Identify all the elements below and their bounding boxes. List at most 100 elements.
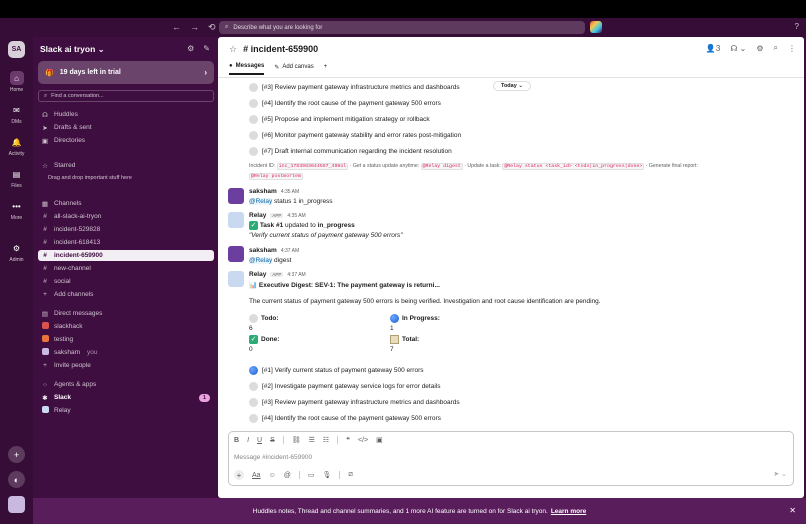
timestamp[interactable]: 4:37 AM bbox=[281, 248, 299, 254]
inprogress-circle-icon bbox=[390, 314, 399, 323]
window-chrome bbox=[0, 0, 806, 18]
sidebar-item-directories[interactable]: ▣ Directories bbox=[38, 135, 214, 146]
workspace-name[interactable]: Slack ai tryon ⌄ bbox=[40, 44, 105, 55]
bold-icon[interactable]: B bbox=[234, 437, 239, 444]
avatar[interactable] bbox=[228, 246, 244, 262]
theme-icon[interactable]: ◐ bbox=[8, 471, 25, 488]
add-channels-button[interactable]: + Add channels bbox=[38, 289, 214, 300]
bullet-list-icon[interactable]: ☷ bbox=[323, 436, 329, 444]
relay-avatar[interactable] bbox=[228, 271, 244, 287]
message-input[interactable]: Message #incident-659900 bbox=[234, 454, 312, 461]
sidebar-channel[interactable]: # all-slack-ai-tryon bbox=[38, 211, 214, 222]
sidebar-app-slack[interactable]: ✱ Slack 1 bbox=[38, 392, 214, 403]
timestamp[interactable]: 4:35 AM bbox=[281, 189, 299, 195]
inprogress-circle-icon bbox=[249, 366, 258, 375]
rail-home[interactable]: ⌂ Home bbox=[0, 71, 33, 93]
add-workspace-icon[interactable]: + bbox=[8, 446, 25, 463]
rail-more[interactable]: ••• More bbox=[0, 199, 33, 222]
channels-header[interactable]: ▦ Channels bbox=[38, 198, 214, 209]
app-badge: APP bbox=[270, 213, 284, 218]
sidebar-channel[interactable]: # incident-529828 bbox=[38, 224, 214, 235]
workspace-avatar[interactable]: SA bbox=[8, 41, 25, 58]
members-button[interactable]: 👤3 bbox=[706, 44, 720, 53]
sidebar-channel[interactable]: # new-channel bbox=[38, 263, 214, 274]
rail-activity[interactable]: 🔔 Activity bbox=[0, 135, 33, 158]
video-icon[interactable]: ▭ bbox=[308, 471, 315, 479]
user-avatar bbox=[41, 348, 49, 355]
rail-admin[interactable]: ⚙ Admin bbox=[0, 241, 33, 264]
user-avatar[interactable] bbox=[8, 496, 25, 513]
ai-features-banner: Huddles notes, Thread and channel summar… bbox=[33, 498, 806, 524]
sidebar-channel[interactable]: # social bbox=[38, 276, 214, 287]
code-icon[interactable]: </> bbox=[358, 437, 368, 444]
link-icon[interactable]: ⛓ bbox=[292, 436, 301, 444]
ai-assistant-icon[interactable] bbox=[590, 21, 602, 33]
user-avatar bbox=[41, 322, 49, 329]
relay-avatar[interactable] bbox=[228, 212, 244, 228]
search-icon[interactable]: ⌕ bbox=[774, 43, 778, 53]
author-name[interactable]: Relay bbox=[249, 212, 266, 219]
mention-icon[interactable]: @ bbox=[284, 472, 291, 479]
hash-icon: # bbox=[43, 226, 47, 233]
invite-people-button[interactable]: + Invite people bbox=[38, 360, 214, 371]
attach-plus-icon[interactable]: + bbox=[234, 470, 244, 480]
settings-icon[interactable]: ⚙ bbox=[756, 44, 763, 53]
compose-icon[interactable]: ✎ bbox=[203, 44, 210, 53]
sidebar-item-huddles[interactable]: ☊ Huddles bbox=[38, 109, 214, 120]
author-name[interactable]: saksham bbox=[249, 188, 277, 195]
shortcut-slash-icon[interactable]: ⧄ bbox=[348, 471, 352, 479]
add-tab-button[interactable]: + bbox=[324, 64, 328, 74]
sidebar-channel[interactable]: # incident-618413 bbox=[38, 237, 214, 248]
settings-gear-icon[interactable]: ⚙ bbox=[187, 44, 194, 53]
quote-icon[interactable]: ❝ bbox=[346, 436, 350, 444]
ordered-list-icon[interactable]: ☰ bbox=[309, 436, 315, 444]
rail-files[interactable]: ▤ Files bbox=[0, 167, 33, 190]
more-vertical-icon[interactable]: ⋮ bbox=[788, 44, 796, 53]
date-divider-button[interactable]: Today ⌄ bbox=[493, 81, 531, 91]
text-format-icon[interactable]: Aa bbox=[252, 472, 261, 479]
todo-circle-icon bbox=[249, 147, 258, 156]
tab-add-canvas[interactable]: ✎ Add canvas bbox=[274, 64, 313, 75]
sidebar-dm[interactable]: testing bbox=[38, 334, 214, 345]
rail-dms[interactable]: ✉ DMs bbox=[0, 103, 33, 126]
search-icon: ⌕ bbox=[44, 92, 48, 99]
digest-summary: The current status of payment gateway 50… bbox=[249, 298, 601, 305]
starred-header[interactable]: ☆ Starred bbox=[38, 160, 214, 171]
channel-title[interactable]: # incident-659900 bbox=[243, 44, 318, 54]
forward-arrow-icon[interactable]: → bbox=[190, 22, 199, 33]
sidebar-channel-active[interactable]: # incident-659900 bbox=[38, 250, 214, 261]
find-conversation-input[interactable]: ⌕ Find a conversation... bbox=[38, 90, 214, 102]
strikethrough-icon[interactable]: S bbox=[270, 437, 275, 444]
help-icon[interactable]: ? bbox=[795, 22, 799, 31]
huddle-headphones-icon[interactable]: ☊ ⌄ bbox=[730, 44, 746, 53]
underline-icon[interactable]: U bbox=[257, 437, 262, 444]
learn-more-link[interactable]: Learn more bbox=[551, 508, 586, 515]
avatar[interactable] bbox=[228, 188, 244, 204]
microphone-icon[interactable]: 🎙 bbox=[322, 471, 331, 479]
list-item: [#1] Verify current status of payment ga… bbox=[249, 366, 424, 375]
dm-header[interactable]: ▤ Direct messages bbox=[38, 308, 214, 319]
emoji-icon[interactable]: ☺ bbox=[269, 472, 276, 479]
timestamp[interactable]: 4:37 AM bbox=[287, 272, 305, 278]
star-icon[interactable]: ☆ bbox=[229, 44, 237, 55]
message-list[interactable]: [#3] Review payment gateway infrastructu… bbox=[218, 78, 804, 428]
code-block-icon[interactable]: ▣ bbox=[376, 436, 383, 444]
search-bar[interactable]: ⌕ Describe what you are looking for bbox=[219, 21, 585, 34]
back-arrow-icon[interactable]: ← bbox=[172, 22, 181, 33]
list-item: [#3] Review payment gateway infrastructu… bbox=[249, 398, 460, 407]
tab-messages[interactable]: ● Messages bbox=[229, 63, 265, 75]
sidebar-item-drafts[interactable]: ➤ Drafts & sent bbox=[38, 122, 214, 133]
sidebar-app-relay[interactable]: Relay bbox=[38, 405, 214, 416]
trial-banner[interactable]: 🎁 19 days left in trial › bbox=[38, 61, 214, 84]
history-icon[interactable]: ⟲ bbox=[208, 22, 216, 33]
author-name[interactable]: Relay bbox=[249, 271, 266, 278]
sidebar-dm[interactable]: saksham you bbox=[38, 347, 214, 358]
close-icon[interactable]: ✕ bbox=[789, 506, 796, 515]
italic-icon[interactable]: I bbox=[247, 437, 249, 444]
send-button[interactable]: ➤ ⌄ bbox=[773, 470, 787, 478]
timestamp[interactable]: 4:35 AM bbox=[287, 213, 305, 219]
apps-grid-icon: ⁘ bbox=[42, 381, 48, 389]
sidebar-dm[interactable]: slackhack bbox=[38, 321, 214, 332]
agents-header[interactable]: ⁘ Agents & apps bbox=[38, 379, 214, 390]
author-name[interactable]: saksham bbox=[249, 247, 277, 254]
